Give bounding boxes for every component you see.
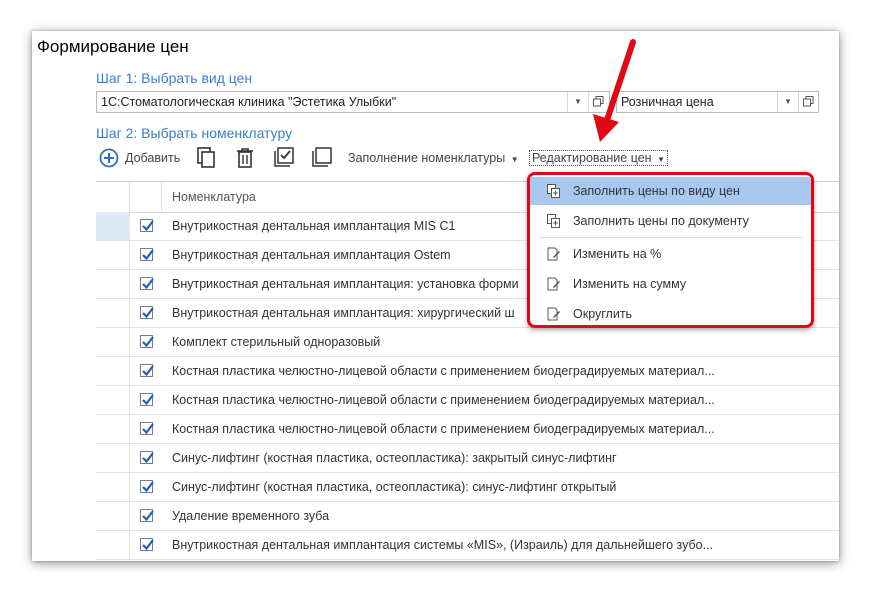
row-marker <box>96 299 130 327</box>
row-nomenclature: Комплект стерильный одноразовый <box>172 335 381 349</box>
row-checkbox[interactable] <box>140 422 154 435</box>
row-checkbox[interactable] <box>140 335 154 348</box>
check-icon <box>142 423 154 435</box>
row-nomenclature: Костная пластика челюстно-лицевой област… <box>172 393 715 407</box>
row-nomenclature: Костная пластика челюстно-лицевой област… <box>172 422 715 436</box>
row-nomenclature: Костная пластика челюстно-лицевой област… <box>172 364 715 378</box>
page-title: Формирование цен <box>37 37 189 56</box>
row-checkbox[interactable] <box>140 451 154 464</box>
row-marker <box>96 270 130 298</box>
copy-icon[interactable] <box>197 147 217 174</box>
table-row[interactable]: Комплект стерильный одноразовый <box>96 328 839 357</box>
annotation-arrow-icon <box>593 39 636 142</box>
row-nomenclature: Синус-лифтинг (костная пластика, остеопл… <box>172 451 617 465</box>
step1-label: Шаг 1: Выбрать вид цен <box>96 70 253 86</box>
row-marker <box>96 531 130 559</box>
row-checkbox[interactable] <box>140 248 154 261</box>
fill-nomenclature-menu[interactable]: Заполнение номенклатуры ▼ <box>348 151 519 165</box>
row-marker <box>96 415 130 443</box>
table-row[interactable]: Костная пластика челюстно-лицевой област… <box>96 357 839 386</box>
row-checkbox[interactable] <box>140 393 154 406</box>
check-icon <box>142 510 154 522</box>
row-marker <box>96 357 130 385</box>
organization-value: 1С:Стоматологическая клиника "Эстетика У… <box>101 95 397 109</box>
edit-doc-icon <box>547 307 561 326</box>
check-icon <box>142 249 154 261</box>
table-row[interactable]: Синус-лифтинг (костная пластика, остеопл… <box>96 473 839 502</box>
row-nomenclature: Синус-лифтинг (костная пластика, остеопл… <box>172 480 617 494</box>
row-marker <box>96 502 130 530</box>
row-checkbox[interactable] <box>140 480 154 493</box>
row-checkbox[interactable] <box>140 277 154 290</box>
trash-icon[interactable] <box>236 148 254 173</box>
row-nomenclature: Удаление временного зуба <box>172 509 330 523</box>
row-checkbox[interactable] <box>140 219 154 232</box>
row-marker <box>96 386 130 414</box>
header-row-marker <box>96 182 130 212</box>
table-row[interactable]: Синус-лифтинг (костная пластика, остеопл… <box>96 444 839 473</box>
row-marker <box>96 444 130 472</box>
row-checkbox[interactable] <box>140 306 154 319</box>
menu-item-label: Округлить <box>573 307 633 321</box>
open-form-icon[interactable] <box>798 92 819 112</box>
header-check-column <box>129 182 162 212</box>
row-marker <box>96 212 130 240</box>
table-row[interactable]: Костная пластика челюстно-лицевой област… <box>96 386 839 415</box>
column-header-nomenclature[interactable]: Номенклатура <box>172 190 256 204</box>
chevron-down-icon[interactable]: ▼ <box>777 92 798 112</box>
fill-nomenclature-label: Заполнение номенклатуры <box>348 151 506 165</box>
check-icon <box>142 336 154 348</box>
menu-item-change-amount[interactable]: Изменить на сумму <box>530 270 811 298</box>
row-checkbox[interactable] <box>140 509 154 522</box>
row-checkbox[interactable] <box>140 538 154 551</box>
table-row[interactable]: Удаление временного зуба <box>96 502 839 531</box>
menu-item-round[interactable]: Округлить <box>530 300 811 328</box>
chevron-down-icon: ▼ <box>657 155 665 164</box>
menu-item-label: Изменить на % <box>573 247 662 261</box>
uncheck-all-icon[interactable] <box>312 147 332 172</box>
check-icon <box>142 307 154 319</box>
add-label: Добавить <box>125 151 181 165</box>
check-icon <box>142 394 154 406</box>
edit-prices-dropdown: Заполнить цены по виду цен Заполнить цен… <box>527 172 814 328</box>
row-marker <box>96 328 130 356</box>
table-row[interactable]: Костная пластика челюстно-лицевой област… <box>96 415 839 444</box>
check-icon <box>142 539 154 551</box>
menu-separator <box>540 237 802 238</box>
menu-item-fill-by-price-type[interactable]: Заполнить цены по виду цен <box>530 177 811 205</box>
check-icon <box>142 452 154 464</box>
menu-item-fill-by-document[interactable]: Заполнить цены по документу <box>530 207 811 235</box>
menu-item-label: Заполнить цены по документу <box>573 214 749 228</box>
plus-circle-icon <box>99 148 119 173</box>
menu-item-change-percent[interactable]: Изменить на % <box>530 240 811 268</box>
edit-doc-icon <box>547 247 561 266</box>
table-row[interactable]: Внутрикостная дентальная имплантация сис… <box>96 531 839 560</box>
check-icon <box>142 220 154 232</box>
menu-item-label: Изменить на сумму <box>573 277 687 291</box>
menu-item-label: Заполнить цены по виду цен <box>573 184 740 198</box>
organization-select[interactable]: 1С:Стоматологическая клиника "Эстетика У… <box>96 91 610 113</box>
row-marker <box>96 241 130 269</box>
fill-copy-icon <box>547 184 561 203</box>
chevron-down-icon: ▼ <box>510 155 519 164</box>
row-checkbox[interactable] <box>140 364 154 377</box>
check-icon <box>142 481 154 493</box>
edit-prices-label: Редактирование цен <box>532 151 652 165</box>
edit-prices-menu[interactable]: Редактирование цен ▼ <box>529 150 668 166</box>
fill-copy-icon <box>547 214 561 233</box>
check-icon <box>142 365 154 377</box>
row-nomenclature: Внутрикостная дентальная имплантация сис… <box>172 538 714 552</box>
row-marker <box>96 473 130 501</box>
step2-label: Шаг 2: Выбрать номенклатуру <box>96 125 293 141</box>
edit-doc-icon <box>547 277 561 296</box>
price-type-select[interactable]: Розничная цена ▼ <box>616 91 819 113</box>
check-icon <box>142 278 154 290</box>
check-all-icon[interactable] <box>274 147 294 172</box>
